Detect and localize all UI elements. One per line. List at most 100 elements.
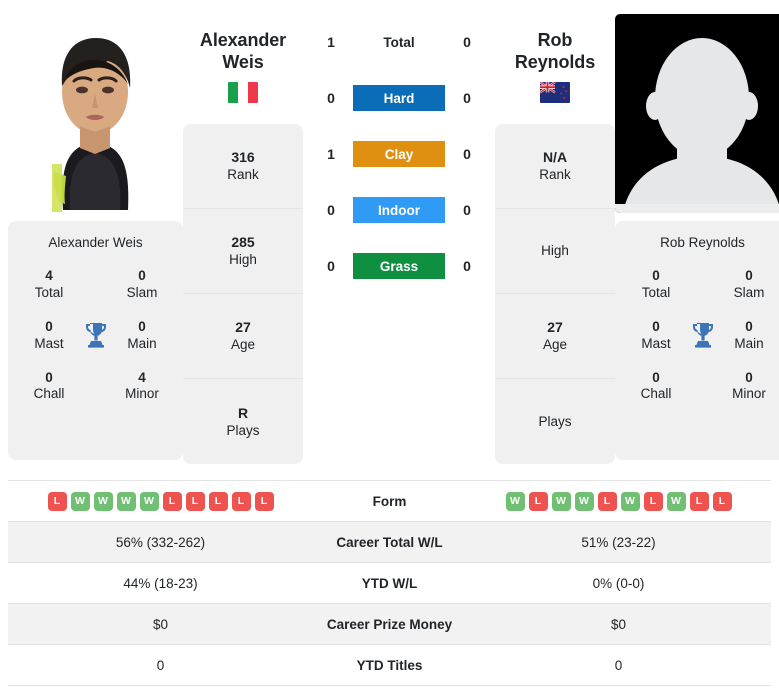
left-form-pill: L (208, 491, 228, 511)
left-career-wl: 56% (332-262) (8, 521, 313, 563)
trophy-icon (690, 321, 716, 349)
right-plays-cell: Plays (538, 413, 572, 429)
right-career-wl: 51% (23-22) (466, 521, 771, 563)
flag-new-zealand-icon (540, 81, 570, 103)
h2h-hard-right: 0 (463, 90, 471, 106)
h2h-grass-left: 0 (327, 258, 335, 274)
left-player-stats-column: Alexander Weis 316 Rank 285 High 27 Age … (183, 14, 303, 464)
right-minor-titles: 0 Minor (732, 369, 766, 402)
left-titles-card: Alexander Weis 4 Total 0 Slam 0 Mast 0 M… (8, 221, 183, 460)
row-label-form: Form (313, 480, 466, 522)
h2h-clay-badge: Clay (353, 141, 445, 167)
left-titles-row-1: 4 Total 0 Slam (18, 268, 173, 302)
row-label-career-wl: Career Total W/L (313, 521, 466, 563)
left-main-titles: 0 Main (127, 318, 157, 351)
right-ytd-wl: 0% (0-0) (466, 562, 771, 604)
h2h-indoor-left: 0 (327, 202, 335, 218)
left-player-photo (8, 14, 183, 213)
right-form-pill: W (505, 491, 525, 511)
row-label-ytd-wl: YTD W/L (313, 562, 466, 604)
left-titles-row-3: 0 Chall 4 Minor (18, 370, 173, 404)
right-masters-titles: 0 Mast (641, 318, 671, 351)
right-form-pill: L (689, 491, 709, 511)
trophy-icon (83, 321, 109, 349)
left-form-list: LWWWWLLLLL (8, 491, 313, 511)
row-label-prize-money: Career Prize Money (313, 603, 466, 645)
left-titles-grid: 4 Total 0 Slam 0 Mast 0 Main 0 Chall 4 M… (18, 268, 173, 403)
right-form-pill: L (597, 491, 617, 511)
surface-breakdown: 1 Total 0 0 Hard 0 1 Clay 0 0 Indoor 0 0… (303, 14, 495, 294)
h2h-grass-badge: Grass (353, 253, 445, 279)
left-minor-titles: 4 Minor (125, 369, 159, 402)
left-masters-titles: 0 Mast (34, 318, 64, 351)
left-plays-cell: R Plays (226, 404, 260, 438)
right-form-pill: W (551, 491, 571, 511)
table-row-form: LWWWWLLLLL Form WLWWLWLWLL (8, 480, 771, 522)
left-player-name-label: Alexander Weis (48, 235, 143, 250)
left-form-cell: LWWWWLLLLL (8, 480, 313, 522)
h2h-grass-right: 0 (463, 258, 471, 274)
left-form-pill: L (185, 491, 205, 511)
right-form-pill: L (643, 491, 663, 511)
row-label-ytd-titles: YTD Titles (313, 644, 466, 686)
left-total-titles: 4 Total (34, 268, 64, 300)
right-player-header: Rob Reynolds (495, 14, 615, 124)
left-stat-stack: 316 Rank 285 High 27 Age R Plays (183, 124, 303, 464)
right-player-column: Rob Reynolds 0 Total 0 Slam 0 Mast 0 Mai… (615, 14, 779, 460)
table-row-career-wl: 56% (332-262) Career Total W/L 51% (23-2… (8, 521, 771, 563)
comparison-header: Alexander Weis 4 Total 0 Slam 0 Mast 0 M… (0, 0, 779, 470)
right-titles-grid: 0 Total 0 Slam 0 Mast 0 Main 0 Chall 0 M… (625, 268, 779, 403)
left-high-cell: 285 High (183, 209, 303, 294)
h2h-indoor-badge: Indoor (353, 197, 445, 223)
right-player-name-label: Rob Reynolds (660, 235, 745, 250)
h2h-row-indoor: 0 Indoor 0 (309, 182, 489, 238)
h2h-row-clay: 1 Clay 0 (309, 126, 489, 182)
player-comparison-page: Alexander Weis 4 Total 0 Slam 0 Mast 0 M… (0, 0, 779, 699)
left-form-pill: L (47, 491, 67, 511)
right-form-pill: L (712, 491, 732, 511)
right-form-pill: W (574, 491, 594, 511)
left-form-pill: L (231, 491, 251, 511)
right-age-cell: 27 Age (495, 294, 615, 379)
h2h-clay-right: 0 (463, 146, 471, 162)
h2h-hard-badge: Hard (353, 85, 445, 111)
h2h-total-label: Total (383, 34, 415, 50)
right-slam-titles: 0 Slam (733, 268, 765, 300)
left-rank-cell: 316 Rank (183, 124, 303, 209)
left-player-flag-wrap (183, 81, 303, 103)
left-player-header: Alexander Weis (183, 14, 303, 124)
right-form-pill: W (666, 491, 686, 511)
table-row-prize-money: $0 Career Prize Money $0 (8, 603, 771, 645)
left-ytd-wl: 44% (18-23) (8, 562, 313, 604)
right-form-pill: W (620, 491, 640, 511)
right-main-titles: 0 Main (734, 318, 764, 351)
right-stat-stack: N/A Rank High 27 Age Plays (495, 124, 615, 464)
left-form-pill: W (139, 491, 159, 511)
left-form-pill: L (254, 491, 274, 511)
right-high-cell: High (495, 209, 615, 294)
right-player-photo (615, 14, 779, 213)
left-form-pill: W (116, 491, 136, 511)
right-prize-money: $0 (466, 603, 771, 645)
h2h-indoor-right: 0 (463, 202, 471, 218)
h2h-hard-left: 0 (327, 90, 335, 106)
right-titles-card: Rob Reynolds 0 Total 0 Slam 0 Mast 0 Mai… (615, 221, 779, 460)
table-row-ytd-wl: 44% (18-23) YTD W/L 0% (0-0) (8, 562, 771, 604)
right-ytd-titles: 0 (466, 644, 771, 686)
comparison-stats-table: LWWWWLLLLL Form WLWWLWLWLL 56% (332-262)… (8, 480, 771, 686)
flag-italy-icon (228, 81, 258, 103)
table-row-ytd-titles: 0 YTD Titles 0 (8, 644, 771, 686)
right-titles-row-3: 0 Chall 0 Minor (625, 370, 779, 404)
h2h-total-right: 0 (463, 34, 471, 50)
right-form-pill: L (528, 491, 548, 511)
right-titles-row-1: 0 Total 0 Slam (625, 268, 779, 302)
left-form-pill: W (93, 491, 113, 511)
left-form-pill: L (162, 491, 182, 511)
left-ytd-titles: 0 (8, 644, 313, 686)
left-age-cell: 27 Age (183, 294, 303, 379)
right-rank-cell: N/A Rank (495, 124, 615, 209)
left-form-pill: W (70, 491, 90, 511)
left-prize-money: $0 (8, 603, 313, 645)
head-to-head-column: 1 Total 0 0 Hard 0 1 Clay 0 0 Indoor 0 0… (303, 14, 495, 294)
h2h-total-left: 1 (327, 34, 335, 50)
